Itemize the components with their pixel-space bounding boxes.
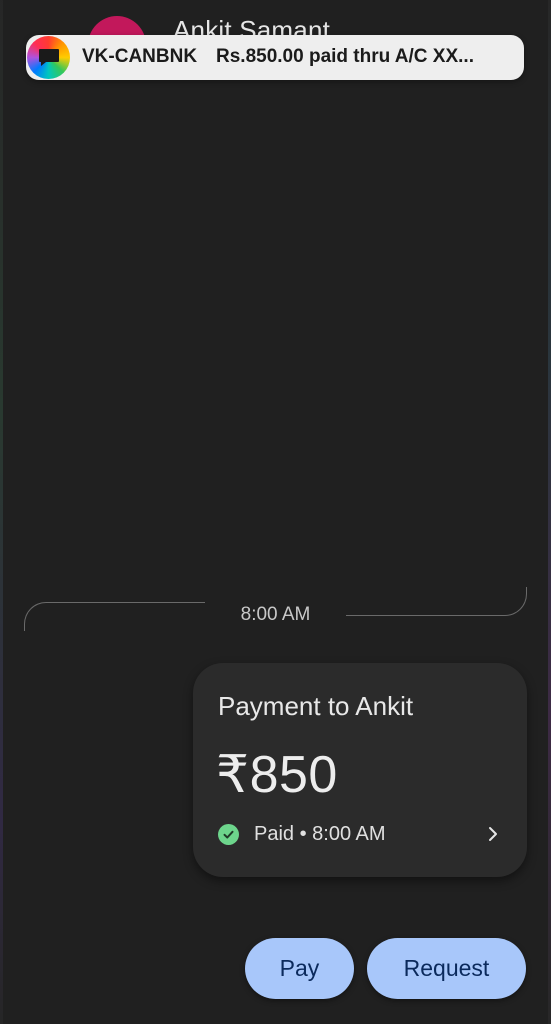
chat-screen: Ankit Samant VK-CANBNK Rs.850.00 paid th… bbox=[0, 0, 551, 1024]
payment-title: Payment to Ankit bbox=[218, 691, 414, 721]
payment-card[interactable]: Payment to Ankit ₹850 Paid • 8:00 AM bbox=[193, 663, 527, 877]
notification-sender: VK-CANBNK bbox=[82, 46, 198, 67]
chevron-right-icon[interactable] bbox=[485, 826, 501, 842]
messages-app-icon bbox=[27, 36, 70, 79]
payment-status-text: Paid • 8:00 AM bbox=[254, 823, 386, 845]
request-button[interactable]: Request bbox=[367, 938, 526, 999]
time-separator: 8:00 AM bbox=[24, 587, 527, 631]
notification-message: Rs.850.00 paid thru A/C XX... bbox=[216, 46, 474, 67]
payment-status: Paid • 8:00 AM bbox=[218, 823, 386, 846]
screen-edge-glow-left bbox=[0, 0, 3, 1024]
time-separator-label: 8:00 AM bbox=[240, 604, 311, 625]
check-circle-icon bbox=[218, 824, 239, 845]
pay-button[interactable]: Pay bbox=[245, 938, 354, 999]
sms-notification-banner[interactable]: VK-CANBNK Rs.850.00 paid thru A/C XX... bbox=[26, 35, 524, 80]
payment-amount: ₹850 bbox=[216, 746, 338, 804]
